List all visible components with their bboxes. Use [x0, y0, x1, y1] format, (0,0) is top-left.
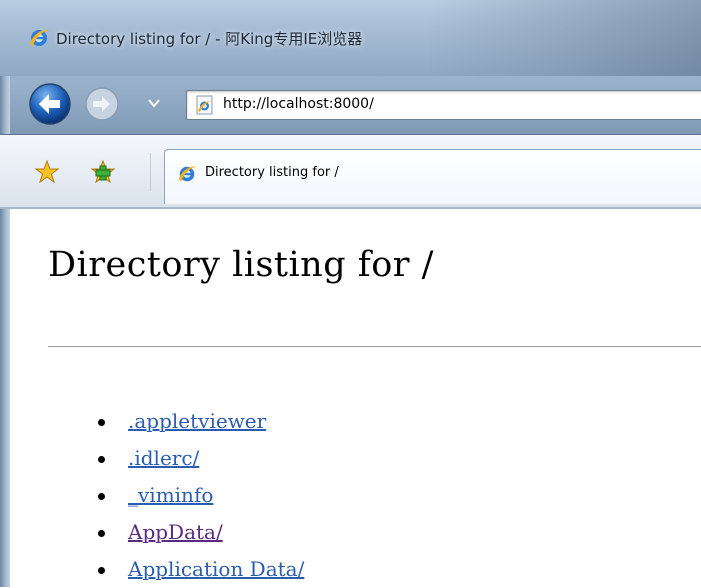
file-link[interactable]: .appletviewer [128, 409, 266, 433]
title-bar: Directory listing for / - 阿King专用IE浏览器 [0, 0, 701, 76]
file-link[interactable]: Application Data/ [128, 557, 304, 581]
add-favorites-icon[interactable] [90, 159, 116, 185]
list-item: AppData/ [98, 514, 304, 551]
list-item: Application Data/ [98, 551, 304, 588]
file-link[interactable]: _viminfo [128, 483, 213, 507]
bullet-icon [98, 419, 105, 426]
glass-reflection [430, 0, 701, 76]
page-content: Directory listing for / .appletviewer .id… [10, 209, 701, 587]
back-button[interactable] [28, 82, 72, 126]
tab-label: Directory listing for / [205, 165, 339, 180]
tab-directory-listing[interactable]: Directory listing for / [164, 149, 701, 204]
address-url[interactable]: http://localhost:8000/ [223, 96, 374, 112]
chevron-down-icon[interactable] [148, 98, 160, 108]
window-title: Directory listing for / - 阿King专用IE浏览器 [56, 30, 363, 48]
page-title: Directory listing for / [48, 245, 434, 285]
address-bar[interactable]: http://localhost:8000/ [186, 90, 701, 120]
file-link[interactable]: AppData/ [128, 520, 223, 544]
file-link[interactable]: .idlerc/ [128, 446, 199, 470]
list-item: .idlerc/ [98, 440, 304, 477]
divider [48, 346, 701, 347]
list-item: .appletviewer [98, 403, 304, 440]
tab-divider [150, 153, 151, 191]
ie-page-icon [196, 95, 213, 115]
bullet-icon [98, 493, 105, 500]
file-list: .appletviewer .idlerc/ _viminfo AppData/App… [98, 403, 304, 588]
forward-arrow-icon[interactable] [84, 86, 120, 122]
bullet-icon [98, 567, 105, 574]
favorites-star-icon[interactable] [34, 159, 60, 185]
ie-logo-icon [178, 166, 197, 182]
tab-strip: Directory listing for / [0, 134, 701, 208]
ie-logo-icon [30, 29, 49, 46]
list-item: _viminfo [98, 477, 304, 514]
bullet-icon [98, 530, 105, 537]
navigation-bar: http://localhost:8000/ [0, 76, 701, 134]
bullet-icon [98, 456, 105, 463]
